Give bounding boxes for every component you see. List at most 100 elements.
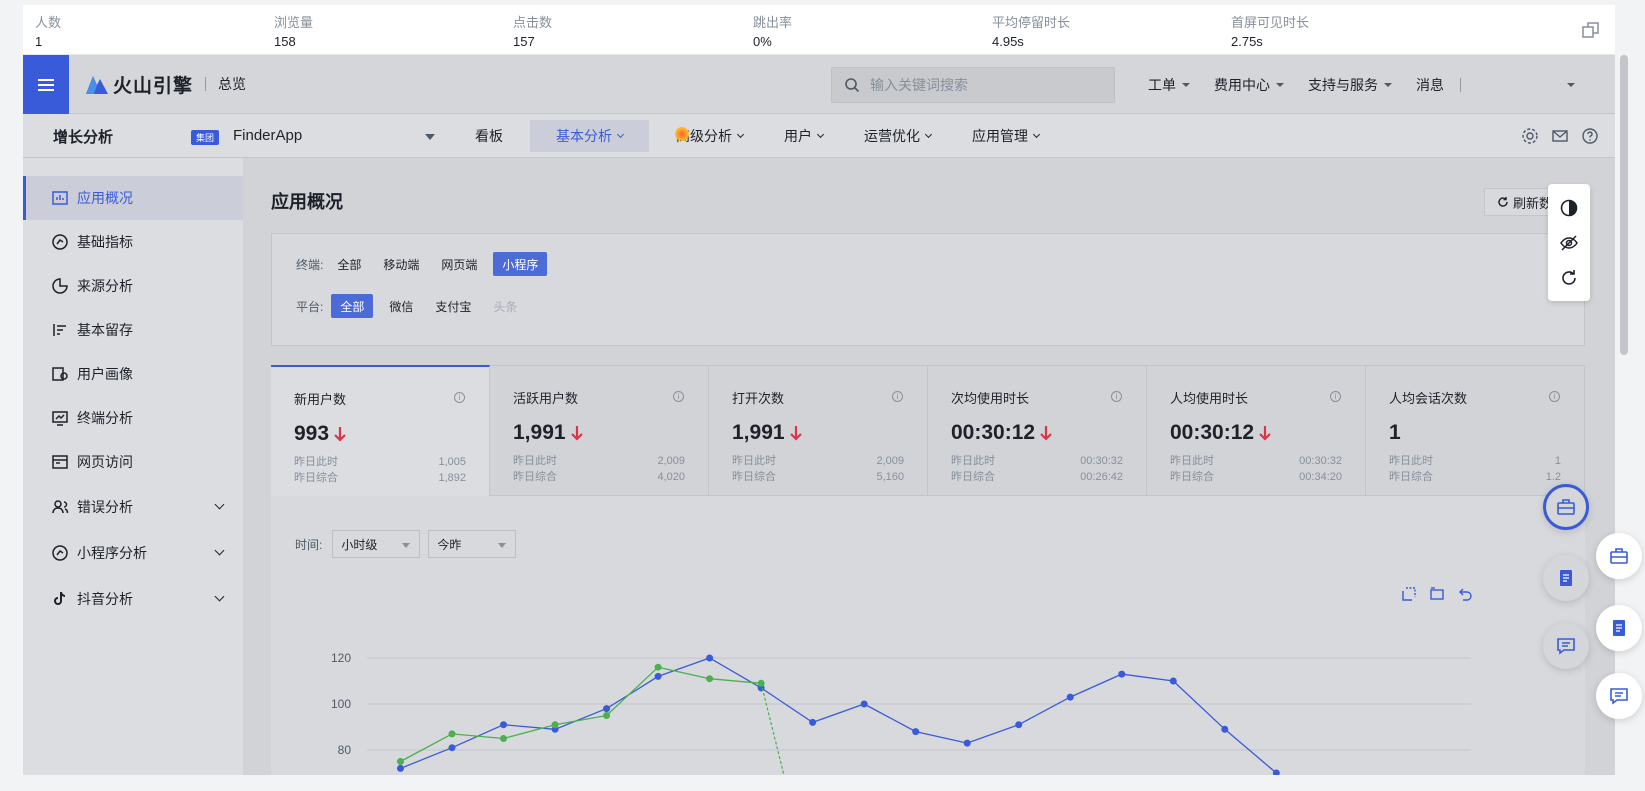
chevron-down-icon[interactable]: [214, 545, 225, 556]
data-point[interactable]: [654, 663, 662, 671]
toolbox-button-dim[interactable]: [1543, 484, 1589, 530]
gear-icon[interactable]: [1521, 127, 1539, 145]
stat-value: 0%: [753, 34, 772, 49]
restore-window-icon[interactable]: [1581, 20, 1601, 40]
terminal-option[interactable]: 网页端: [435, 252, 483, 276]
doc-button-dim[interactable]: [1543, 555, 1589, 601]
data-point[interactable]: [396, 764, 404, 772]
sidebar-item[interactable]: 来源分析: [23, 264, 243, 308]
search-input[interactable]: [870, 77, 1090, 93]
trend-chart: 80 100 120: [331, 651, 1471, 775]
global-search[interactable]: [831, 67, 1115, 103]
metric-card[interactable]: 活跃用户数 i 1,991 昨日此时 2,009 昨日综合 4,020: [490, 365, 709, 496]
platform-option[interactable]: 全部: [331, 294, 374, 318]
data-point[interactable]: [654, 672, 662, 680]
app-selector-caret-icon[interactable]: [425, 134, 435, 140]
tab-app-management[interactable]: 应用管理: [958, 120, 1053, 152]
data-point[interactable]: [448, 730, 456, 738]
nav-support[interactable]: 支持与服务: [1308, 75, 1392, 95]
hamburger-menu-button[interactable]: [23, 55, 69, 114]
terminal-option[interactable]: 全部: [331, 252, 367, 276]
platform-option[interactable]: 微信: [383, 294, 419, 318]
data-point[interactable]: [1015, 721, 1023, 729]
metric-card[interactable]: 次均使用时长 i 00:30:12 昨日此时 00:30:32 昨日综合 00:26:42: [928, 365, 1147, 496]
sidebar-item[interactable]: 小程序分析: [23, 530, 243, 576]
app-frame: 火山引擎 总览 工单 费用中心 支持与服务 消息 增长分析 集团 FinderA…: [23, 55, 1615, 775]
info-icon[interactable]: i: [1549, 391, 1560, 402]
sidebar-item[interactable]: 基本留存: [23, 308, 243, 352]
data-point[interactable]: [860, 700, 868, 708]
compare-label: 昨日综合: [1170, 471, 1214, 483]
metric-compare-total: 昨日综合 1.2: [1389, 469, 1561, 485]
brand-logo[interactable]: 火山引擎 总览: [85, 67, 246, 101]
toolbox-button[interactable]: [1596, 533, 1642, 579]
reload-icon[interactable]: [1559, 268, 1579, 288]
doc-button[interactable]: [1596, 605, 1642, 651]
metric-card[interactable]: 打开次数 i 1,991 昨日此时 2,009 昨日综合 5,160: [709, 365, 928, 496]
help-icon[interactable]: [1581, 127, 1599, 145]
metric-card[interactable]: 人均使用时长 i 00:30:12 昨日此时 00:30:32 昨日综合 00:34:20: [1147, 365, 1366, 496]
data-point[interactable]: [551, 721, 559, 729]
terminal-option[interactable]: 小程序: [493, 252, 548, 276]
metric-card[interactable]: 新用户数 i 993 昨日此时 1,005 昨日综合 1,892: [271, 365, 490, 496]
tab-board[interactable]: 看板: [461, 120, 517, 152]
sidebar-item[interactable]: 终端分析: [23, 396, 243, 440]
data-point[interactable]: [912, 728, 920, 736]
sidebar-item[interactable]: 基础指标: [23, 220, 243, 264]
nav-ticket[interactable]: 工单: [1148, 75, 1190, 95]
info-icon[interactable]: i: [673, 391, 684, 402]
data-point[interactable]: [396, 758, 404, 765]
data-point[interactable]: [963, 739, 971, 747]
nav-billing[interactable]: 费用中心: [1214, 75, 1284, 95]
data-point[interactable]: [706, 654, 714, 662]
tab-users[interactable]: 用户: [770, 120, 837, 152]
metric-value: 1,991: [513, 421, 566, 444]
terminal-option[interactable]: 移动端: [377, 252, 425, 276]
data-point[interactable]: [603, 705, 611, 713]
sidebar-item[interactable]: 抖音分析: [23, 576, 243, 622]
range-select[interactable]: 今昨: [428, 530, 517, 558]
platform-option[interactable]: 支付宝: [429, 294, 477, 318]
info-icon[interactable]: i: [1330, 391, 1341, 402]
eye-off-icon[interactable]: [1559, 233, 1579, 253]
sidebar-item[interactable]: 网页访问: [23, 440, 243, 484]
chevron-down-icon[interactable]: [214, 591, 225, 602]
mail-icon[interactable]: [1551, 127, 1569, 145]
sidebar-item[interactable]: 用户画像: [23, 352, 243, 396]
sidebar-item[interactable]: 错误分析: [23, 484, 243, 530]
sidebar-item-label: 小程序分析: [77, 545, 147, 561]
data-point[interactable]: [448, 744, 456, 752]
metric-compare-total: 昨日综合 00:26:42: [951, 469, 1123, 485]
data-point[interactable]: [500, 721, 508, 729]
account-dropdown-icon[interactable]: [1567, 83, 1575, 87]
data-point[interactable]: [706, 675, 714, 683]
data-point[interactable]: [1118, 670, 1126, 678]
tab-label: 基本分析: [556, 128, 612, 144]
chat-icon: [1557, 638, 1575, 655]
data-point[interactable]: [1169, 677, 1177, 685]
data-point[interactable]: [1066, 693, 1074, 701]
chevron-down-icon[interactable]: [214, 499, 225, 510]
app-selector[interactable]: FinderApp: [233, 127, 302, 144]
data-point[interactable]: [603, 712, 611, 719]
contrast-icon[interactable]: [1559, 198, 1579, 218]
info-icon[interactable]: i: [1111, 391, 1122, 402]
feedback-button[interactable]: [1596, 673, 1642, 719]
nav-messages[interactable]: 消息: [1416, 75, 1444, 95]
data-point[interactable]: [809, 718, 817, 726]
metric-title: 活跃用户数: [513, 391, 579, 406]
data-point[interactable]: [1221, 725, 1229, 733]
scrollbar[interactable]: [1620, 55, 1628, 355]
info-icon[interactable]: i: [892, 391, 903, 402]
granularity-select[interactable]: 小时级: [332, 530, 421, 558]
metric-card[interactable]: 人均会话次数 i 1 昨日此时 1 昨日综合 1.2: [1366, 365, 1585, 496]
sidebar-item[interactable]: 应用概况: [23, 176, 243, 220]
tab-basic-analysis[interactable]: 基本分析: [530, 120, 649, 152]
data-point[interactable]: [500, 735, 508, 742]
sidebar-item-label: 抖音分析: [77, 591, 133, 607]
info-icon[interactable]: i: [454, 392, 465, 403]
tab-ops[interactable]: 运营优化: [850, 120, 945, 152]
platform-option[interactable]: 头条: [487, 294, 523, 318]
chevron-down-icon: [816, 130, 825, 139]
feedback-button-dim[interactable]: [1543, 623, 1589, 669]
